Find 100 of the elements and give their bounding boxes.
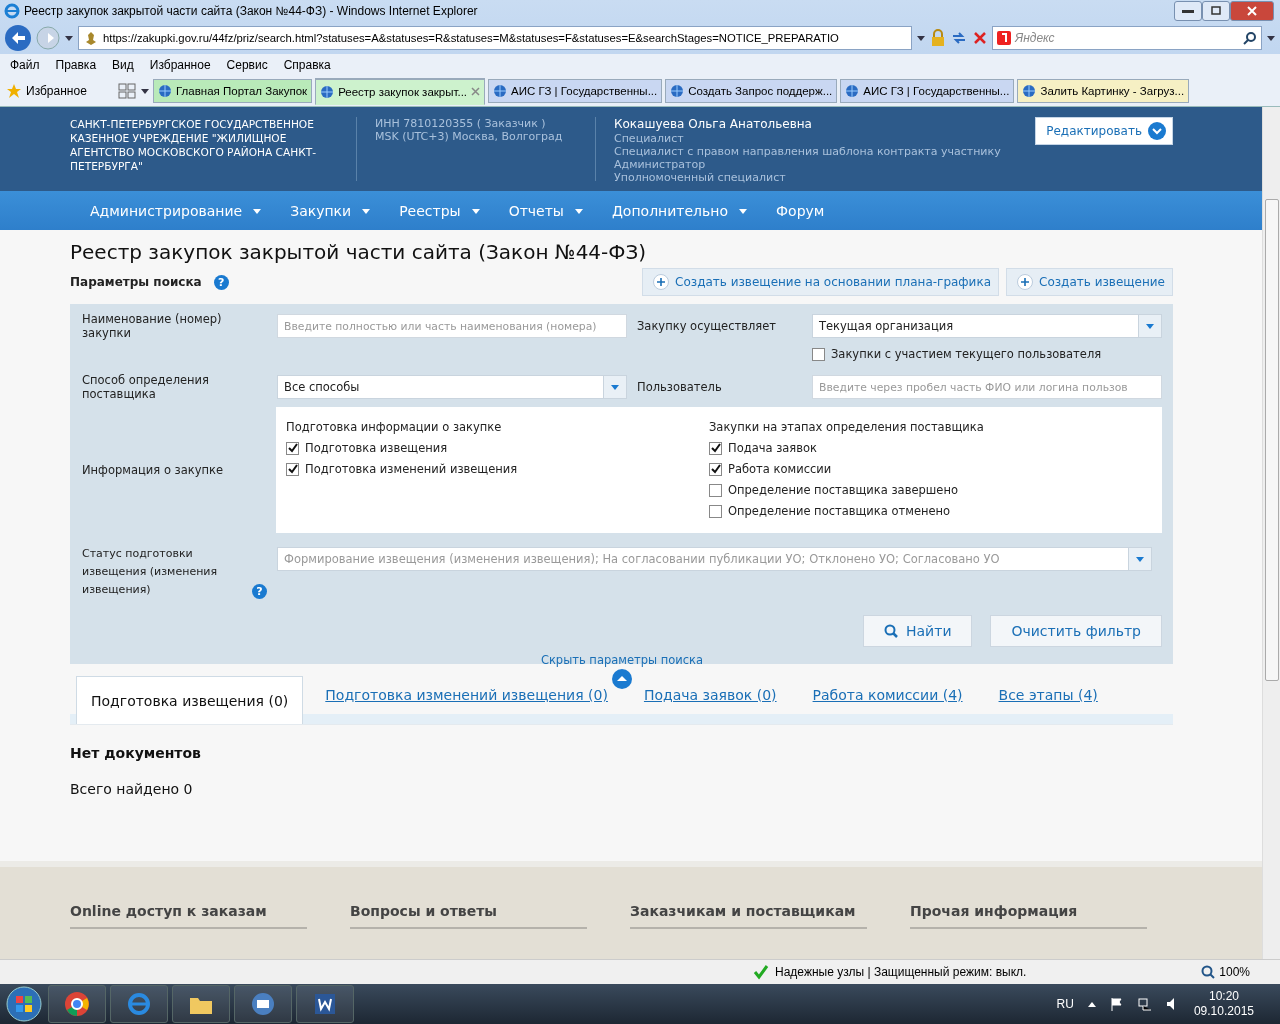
minimize-icon: [1182, 9, 1194, 13]
taskbar-app[interactable]: [48, 985, 106, 1023]
nav-menu-item[interactable]: Форум: [776, 202, 825, 219]
help-icon[interactable]: ?: [213, 274, 229, 290]
user-role: Специалист: [614, 132, 685, 145]
start-button-icon[interactable]: [4, 984, 44, 1024]
result-tab[interactable]: Подготовка изменений извещения (0): [311, 676, 622, 714]
menu-item[interactable]: Файл: [10, 58, 40, 72]
clock[interactable]: 10:20 09.10.2015: [1193, 989, 1254, 1019]
group-title: Подготовка информации о закупке: [286, 419, 503, 436]
menu-item[interactable]: Вид: [112, 58, 134, 72]
find-button[interactable]: Найти: [863, 615, 973, 647]
checkbox[interactable]: [286, 442, 299, 455]
help-icon[interactable]: ?: [252, 584, 267, 599]
checkbox[interactable]: [709, 505, 722, 518]
plus-icon: [653, 274, 670, 290]
create-notice-button[interactable]: Создать извещение: [1006, 268, 1173, 296]
caret-down-icon: [610, 383, 620, 391]
menu-item[interactable]: Избранное: [149, 58, 211, 72]
zoom-control[interactable]: 100%: [1201, 965, 1250, 979]
footer-heading[interactable]: Online доступ к заказам: [70, 903, 307, 929]
minimize-button[interactable]: [1174, 1, 1202, 21]
result-tab[interactable]: Подготовка извещения (0): [76, 676, 304, 724]
internet-explorer-icon: [4, 3, 20, 19]
edit-button[interactable]: Редактировать: [1035, 117, 1173, 145]
dropdown-caret-icon[interactable]: [64, 33, 74, 43]
address-field[interactable]: https://zakupki.gov.ru/44fz/priz/search.html?statuses=A&statuses=R&statuses=M&statuses=F&statuses=E&searchStages=NOTICE_PREPARATIO: [78, 26, 912, 50]
browser-tab[interactable]: Создать Запрос поддерж...: [665, 79, 838, 103]
checkbox[interactable]: [709, 463, 722, 476]
field-label: Способ определения поставщика: [82, 373, 210, 401]
menu-item[interactable]: Справка: [283, 58, 331, 72]
checkbox-label: Подготовка извещения: [305, 440, 448, 457]
no-documents-text: Нет документов: [70, 745, 202, 761]
search-field[interactable]: Яндекс: [992, 26, 1262, 50]
taskbar-app[interactable]: [172, 985, 230, 1023]
field-label: Пользователь: [636, 379, 723, 396]
footer-heading[interactable]: Заказчикам и поставщикам: [630, 903, 867, 929]
globe-icon: [320, 84, 335, 99]
user-role: Уполномоченный специалист: [614, 171, 787, 184]
zoom-icon: [1201, 965, 1216, 979]
caret-up-icon[interactable]: [1087, 1001, 1096, 1007]
flag-icon[interactable]: [1109, 997, 1124, 1011]
internet-explorer-icon: [125, 990, 153, 1018]
checkbox-label: Закупки с участием текущего пользователя: [831, 347, 1102, 361]
menu-item[interactable]: Правка: [55, 58, 97, 72]
browser-tab[interactable]: АИС ГЗ | Государственны...: [840, 79, 1015, 103]
nav-menu-item[interactable]: Администрирование: [90, 202, 263, 219]
dropdown-caret-icon[interactable]: [140, 86, 150, 96]
checkbox[interactable]: [286, 463, 299, 476]
nav-menu-item[interactable]: Отчеты: [508, 202, 584, 219]
menu-item[interactable]: Сервис: [226, 58, 268, 72]
nav-menu-item[interactable]: Закупки: [290, 202, 372, 219]
footer-heading[interactable]: Вопросы и ответы: [350, 903, 587, 929]
stop-icon[interactable]: [972, 30, 988, 46]
hide-search-link[interactable]: Скрыть параметры поиска: [540, 653, 704, 667]
globe-icon: [670, 84, 685, 98]
maximize-icon: [1210, 5, 1222, 17]
checkmark-icon: [753, 964, 769, 980]
page-title: Реестр закупок закрытой части сайта (Закон №44-ФЗ): [70, 240, 648, 264]
globe-icon: [493, 84, 508, 98]
result-tab[interactable]: Подача заявок (0): [629, 676, 791, 714]
browser-tab[interactable]: Реестр закупок закрыт...: [315, 77, 486, 105]
organization-name: САНКТ-ПЕТЕРБУРГСКОЕ ГОСУДАРСТВЕННОЕ КАЗЕННОЕ УЧРЕЖДЕНИЕ "ЖИЛИЩНОЕ АГЕНТСТВО МОСКОВСКОГО РАЙОНА САНКТ-ПЕТЕРБУРГА": [70, 117, 357, 181]
browser-tab[interactable]: Главная Портал Закупок: [153, 79, 313, 103]
chrome-icon: [63, 990, 91, 1018]
dropdown[interactable]: Все способы: [277, 375, 627, 399]
browser-tab[interactable]: Залить Картинку - Загруз...: [1017, 79, 1190, 103]
search-icon: [884, 624, 898, 638]
result-tab[interactable]: Все этапы (4): [984, 676, 1112, 714]
language-indicator[interactable]: RU: [1056, 997, 1074, 1011]
nav-menu-item[interactable]: Реестры: [399, 202, 481, 219]
nav-menu-item[interactable]: Дополнительно: [611, 202, 749, 219]
checkbox[interactable]: [812, 347, 825, 361]
checkbox-label: Подача заявок: [728, 440, 818, 457]
scrollbar-thumb[interactable]: [1265, 199, 1279, 681]
close-icon[interactable]: [471, 87, 481, 96]
browser-tab[interactable]: АИС ГЗ | Государственны...: [488, 79, 663, 103]
checkbox[interactable]: [709, 442, 722, 455]
status-text: Надежные узлы | Защищенный режим: выкл.: [775, 965, 1027, 979]
network-icon[interactable]: [1137, 997, 1152, 1011]
checkbox-label: Определение поставщика отменено: [728, 503, 951, 520]
dropdown[interactable]: Текущая организация: [812, 314, 1162, 338]
footer-heading[interactable]: Прочая информация: [910, 903, 1147, 929]
create-notice-button[interactable]: Создать извещение на основании плана-графика: [642, 268, 999, 296]
dropdown-caret-icon[interactable]: [1266, 33, 1276, 43]
taskbar-app[interactable]: [296, 985, 354, 1023]
favorites-button[interactable]: Избранное: [6, 83, 114, 99]
checkbox[interactable]: [709, 484, 722, 497]
star-icon: [6, 83, 22, 99]
close-icon: [1246, 5, 1258, 17]
result-tab[interactable]: Работа комиссии (4): [798, 676, 977, 714]
dropdown-caret-icon[interactable]: [916, 33, 926, 43]
collapse-up-icon[interactable]: [612, 669, 632, 689]
search-icon[interactable]: [1243, 31, 1257, 45]
back-icon[interactable]: [4, 24, 32, 52]
taskbar-app[interactable]: [234, 985, 292, 1023]
search-parameters-label: Параметры поиска: [70, 275, 202, 289]
maximize-button[interactable]: [1202, 1, 1230, 21]
clear-filter-button[interactable]: Очистить фильтр: [990, 615, 1162, 647]
close-button[interactable]: [1230, 1, 1274, 21]
